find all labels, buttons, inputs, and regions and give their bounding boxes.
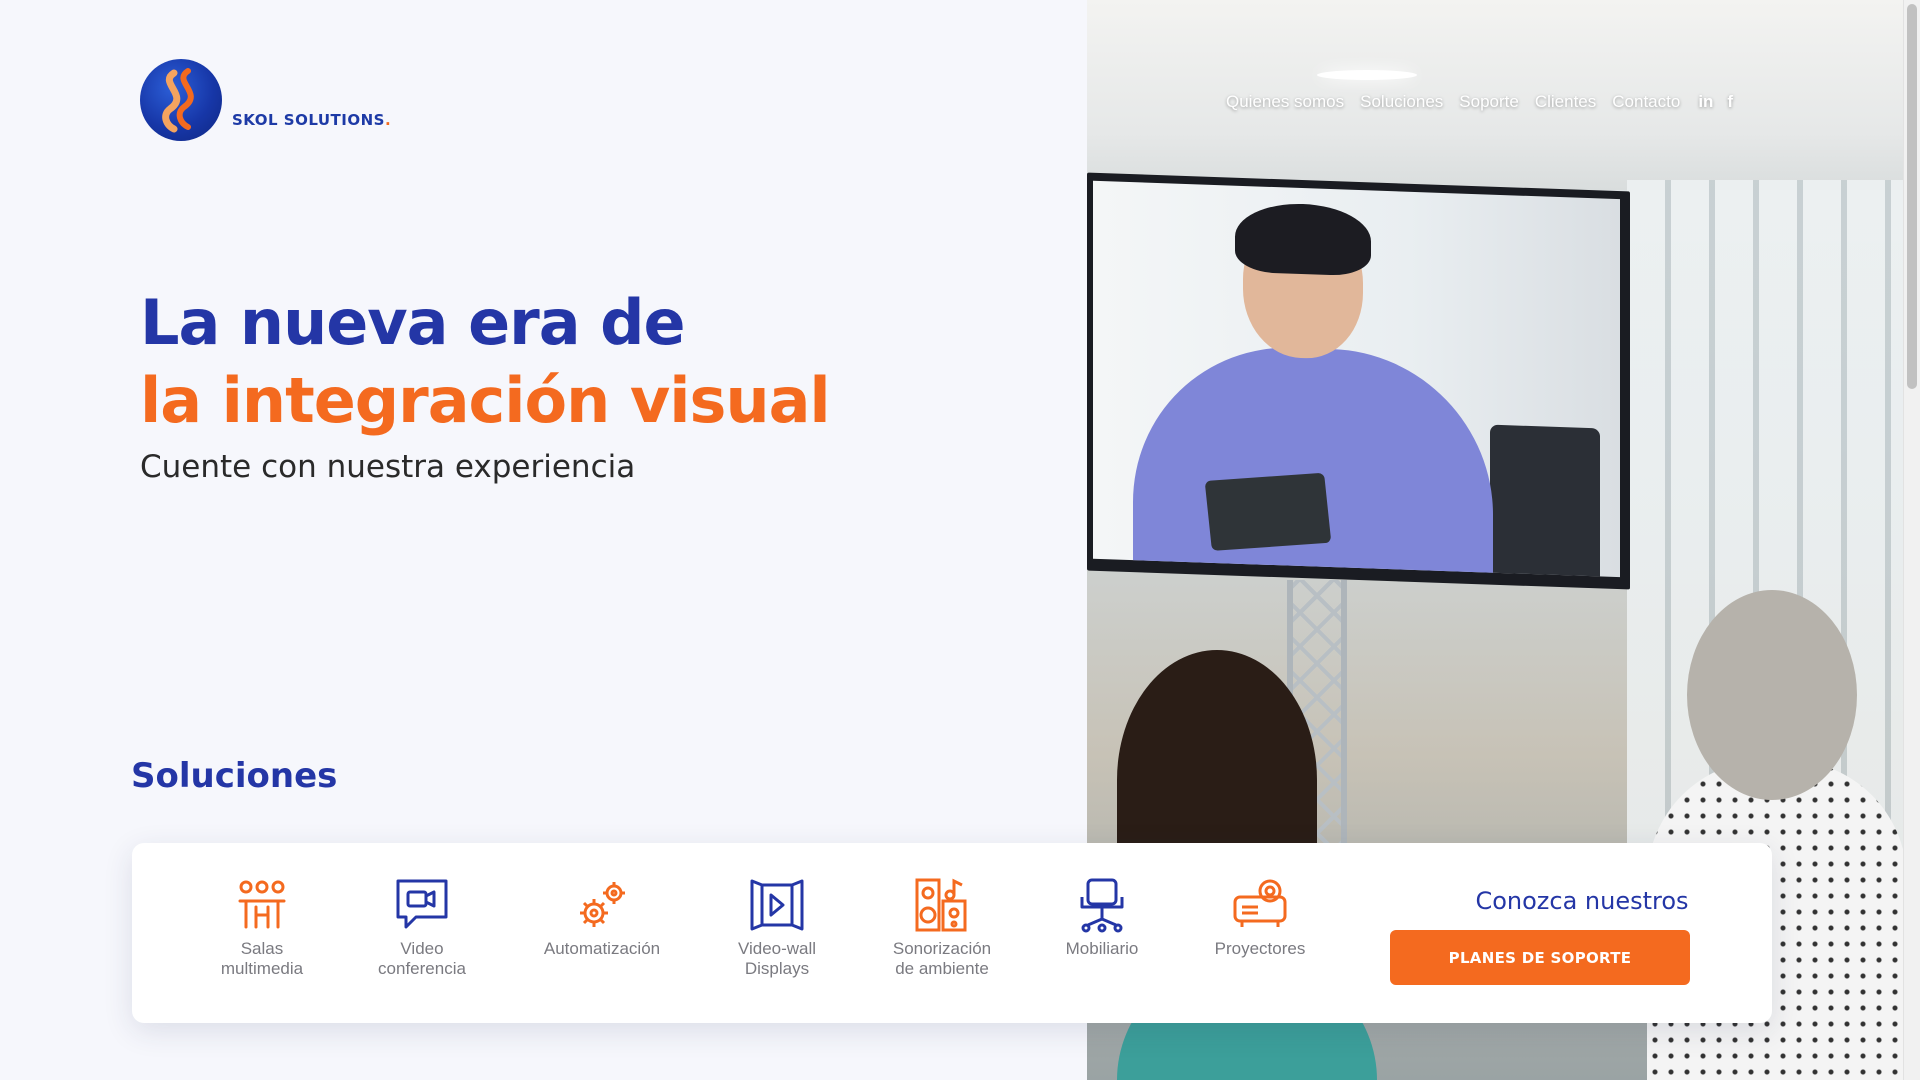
solution-salas-multimedia[interactable]: Salas multimedia <box>197 877 327 979</box>
page-scrollbar[interactable] <box>1903 0 1920 1080</box>
nav-quienes-somos[interactable]: Quienes somos <box>1226 92 1344 112</box>
solution-label: Mobiliario <box>1065 939 1139 958</box>
logo-text: SKOL SOLUTIONS. <box>232 111 392 129</box>
solutions-heading: Soluciones <box>131 756 338 796</box>
hero-title-line2: la integración visual <box>140 364 831 437</box>
logo[interactable]: SKOL SOLUTIONS. <box>140 59 391 141</box>
photo-tv <box>1087 172 1630 590</box>
cta-heading: Conozca nuestros <box>1475 887 1689 915</box>
projector-icon <box>1233 879 1287 927</box>
solution-label: Salas multimedia <box>220 939 304 978</box>
solution-proyectores[interactable]: Proyectores <box>1195 877 1325 959</box>
speaker-icon <box>915 878 967 932</box>
solution-mobiliario[interactable]: Mobiliario <box>1042 877 1162 959</box>
video-wall-icon <box>750 879 804 931</box>
photo-person-hair <box>1235 201 1371 277</box>
solutions-card: Salas multimedia Video conferencia Autom… <box>132 843 1772 1023</box>
solution-label: Proyectores <box>1214 939 1306 958</box>
solution-automatizacion[interactable]: Automatización <box>527 877 677 959</box>
solution-label: Video-wall Displays <box>737 939 817 978</box>
hero-title-line1: La nueva era de <box>140 286 686 359</box>
solution-sonorizacion[interactable]: Sonorización de ambiente <box>867 877 1017 979</box>
photo-attendee-right-head <box>1687 590 1857 800</box>
solution-label: Sonorización de ambiente <box>892 939 992 978</box>
video-chat-icon <box>396 879 448 929</box>
scrollbar-thumb[interactable] <box>1907 4 1917 389</box>
nav-clientes[interactable]: Clientes <box>1535 92 1596 112</box>
gears-icon <box>580 882 625 927</box>
photo-tv-screen <box>1093 180 1620 578</box>
photo-tablet <box>1204 472 1332 551</box>
linkedin-icon[interactable]: in <box>1698 92 1713 112</box>
photo-ceiling-light <box>1317 70 1417 80</box>
support-plans-button[interactable]: PLANES DE SOPORTE <box>1390 930 1690 985</box>
office-chair-icon <box>1080 878 1124 933</box>
nav-contacto[interactable]: Contacto <box>1612 92 1680 112</box>
photo-chair <box>1490 424 1600 578</box>
main-nav: Quienes somos Soluciones Soporte Cliente… <box>1226 92 1733 112</box>
meeting-room-icon <box>238 880 286 929</box>
hero-subtitle: Cuente con nuestra experiencia <box>140 449 636 485</box>
nav-soluciones[interactable]: Soluciones <box>1360 92 1443 112</box>
solution-videoconferencia[interactable]: Video conferencia <box>357 877 487 979</box>
social-links: in f <box>1698 92 1733 112</box>
facebook-icon[interactable]: f <box>1727 92 1733 112</box>
solution-video-wall[interactable]: Video-wall Displays <box>712 877 842 979</box>
solution-label: Automatización <box>543 939 661 958</box>
nav-soporte[interactable]: Soporte <box>1459 92 1519 112</box>
solution-label: Video conferencia <box>378 939 466 978</box>
logo-mark-icon <box>140 59 222 141</box>
